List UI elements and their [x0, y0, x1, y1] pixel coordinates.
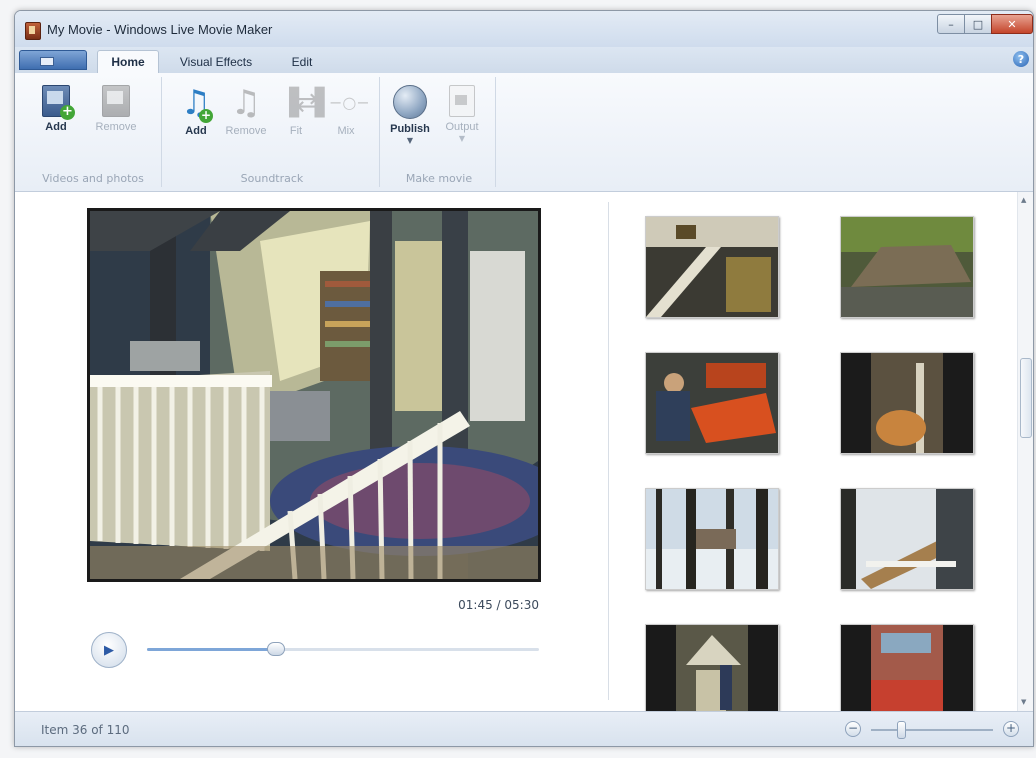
- publish-label: Publish: [390, 123, 430, 135]
- window-title: My Movie - Windows Live Movie Maker: [47, 22, 273, 37]
- ribbon-group-make-movie: Publish ▼ Output ▼ Make movie: [383, 77, 496, 187]
- group-label-videos: Videos and photos: [42, 172, 144, 185]
- output-label: Output: [445, 121, 479, 133]
- maximize-button[interactable]: □: [964, 14, 992, 34]
- mix-button[interactable]: −○− Mix: [321, 85, 371, 137]
- timecode-display: 01:45 / 05:30: [458, 598, 539, 612]
- ribbon: + Add Remove Videos and photos ♫ + Add ♫ …: [15, 73, 1033, 192]
- tab-home[interactable]: Home: [97, 50, 159, 73]
- publish-button[interactable]: Publish ▼: [385, 85, 435, 145]
- add-video-label: Add: [45, 121, 67, 133]
- close-button[interactable]: ✕: [991, 14, 1033, 34]
- application-menu-button[interactable]: [19, 50, 87, 70]
- group-label-soundtrack: Soundtrack: [240, 172, 304, 185]
- clip-thumbnail-image: [646, 489, 778, 589]
- remove-video-label: Remove: [95, 121, 137, 133]
- output-button[interactable]: Output ▼: [437, 85, 487, 143]
- scrollbar-thumb[interactable]: [1020, 358, 1032, 438]
- storyboard-clip[interactable]: [645, 624, 779, 711]
- remove-music-button[interactable]: ♫ Remove: [221, 85, 271, 137]
- play-icon: ▶: [104, 642, 114, 658]
- minimize-icon: –: [948, 17, 954, 31]
- clip-thumbnail-image: [646, 353, 778, 453]
- clip-thumbnail-image: [646, 625, 778, 711]
- minimize-button[interactable]: –: [937, 14, 965, 34]
- ribbon-group-videos-and-photos: + Add Remove Videos and photos: [25, 77, 162, 187]
- seek-bar-thumb[interactable]: [267, 642, 285, 656]
- scroll-up-icon[interactable]: ▲: [1021, 196, 1026, 204]
- storyboard-clip[interactable]: [645, 216, 779, 318]
- tab-visual-effects[interactable]: Visual Effects: [167, 50, 265, 73]
- item-count-status: Item 36 of 110: [41, 723, 130, 737]
- storyboard-scrollbar[interactable]: ▲ ▼: [1017, 192, 1033, 711]
- add-video-icon: +: [42, 85, 75, 120]
- add-video-button[interactable]: + Add: [31, 85, 81, 133]
- add-music-button[interactable]: ♫ + Add: [171, 85, 221, 137]
- app-window: My Movie - Windows Live Movie Maker – □ …: [14, 10, 1034, 747]
- remove-video-icon: [102, 85, 130, 117]
- clip-thumbnail-image: [841, 217, 973, 317]
- pane-divider[interactable]: [608, 202, 609, 700]
- add-music-label: Add: [185, 125, 207, 137]
- clip-thumbnail-image: [841, 625, 973, 711]
- close-icon: ✕: [1007, 17, 1017, 31]
- storyboard-clip[interactable]: [840, 488, 974, 590]
- movie-maker-app-icon[interactable]: [25, 22, 41, 40]
- storyboard-clip[interactable]: [840, 216, 974, 318]
- main-area: 01:45 / 05:30 ▶ ▲ ▼: [15, 192, 1033, 711]
- clip-thumbnail-image: [646, 217, 778, 317]
- tab-edit[interactable]: Edit: [277, 50, 327, 73]
- remove-video-button[interactable]: Remove: [91, 85, 141, 133]
- fit-label: Fit: [289, 125, 303, 137]
- remove-music-label: Remove: [225, 125, 267, 137]
- group-label-make-movie: Make movie: [405, 172, 473, 185]
- clip-thumbnail-image: [841, 489, 973, 589]
- title-bar[interactable]: My Movie - Windows Live Movie Maker – □ …: [15, 11, 1033, 47]
- scroll-down-icon[interactable]: ▼: [1021, 698, 1026, 706]
- publish-dropdown-icon[interactable]: ▼: [385, 136, 435, 145]
- video-preview-monitor[interactable]: [87, 208, 541, 582]
- storyboard-clip[interactable]: [645, 352, 779, 454]
- mix-icon: −○−: [329, 93, 370, 112]
- zoom-slider-thumb[interactable]: [897, 721, 906, 739]
- ribbon-tab-bar: Home Visual Effects Edit ?: [15, 47, 1033, 74]
- zoom-slider[interactable]: [871, 729, 993, 731]
- seek-bar[interactable]: [147, 642, 539, 656]
- play-button[interactable]: ▶: [91, 632, 127, 668]
- ribbon-group-soundtrack: ♫ + Add ♫ Remove ▐⇄▌ Fit −○− Mix Soundtra…: [165, 77, 380, 187]
- help-icon[interactable]: ?: [1013, 51, 1029, 67]
- output-dropdown-icon[interactable]: ▼: [437, 134, 487, 143]
- zoom-in-icon[interactable]: +: [1003, 721, 1019, 737]
- output-icon: [449, 85, 475, 117]
- maximize-icon: □: [972, 17, 984, 31]
- remove-music-icon: ♫: [230, 83, 262, 123]
- storyboard-clip[interactable]: [840, 624, 974, 711]
- storyboard-clip[interactable]: [645, 488, 779, 590]
- status-bar: Item 36 of 110 − +: [15, 711, 1033, 746]
- zoom-out-icon[interactable]: −: [845, 721, 861, 737]
- storyboard-clip[interactable]: [840, 352, 974, 454]
- fit-icon: ▐⇄▌: [279, 88, 335, 118]
- seek-bar-progress: [147, 648, 276, 651]
- fit-button[interactable]: ▐⇄▌ Fit: [271, 85, 335, 137]
- storyboard-pane: [615, 192, 1010, 711]
- clip-thumbnail-image: [841, 353, 973, 453]
- mix-label: Mix: [337, 125, 355, 137]
- add-music-icon: ♫ +: [180, 83, 213, 123]
- publish-globe-icon: [393, 85, 427, 119]
- preview-frame-image: [90, 211, 538, 579]
